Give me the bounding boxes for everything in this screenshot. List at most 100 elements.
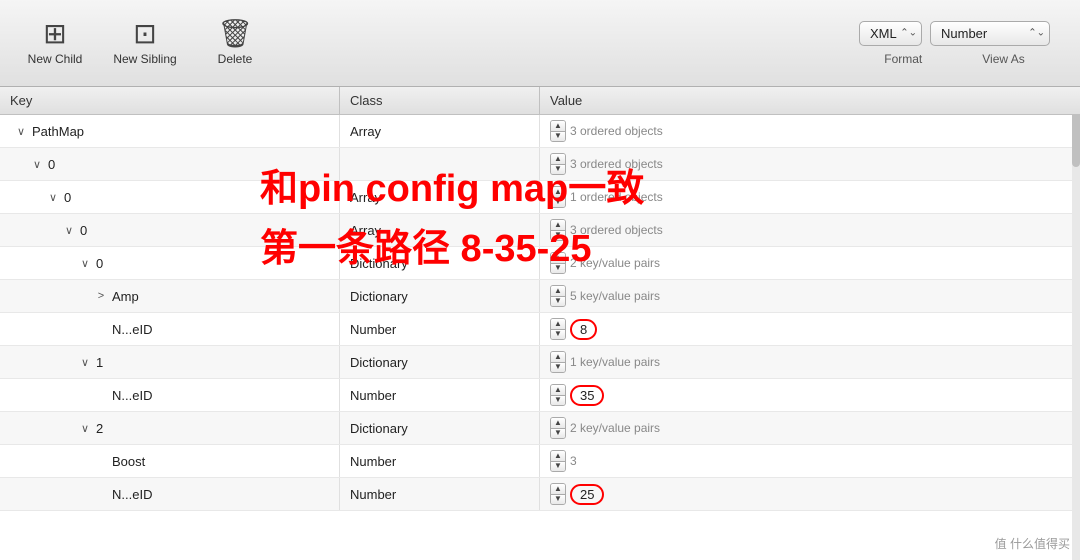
new-sibling-button[interactable]: ⊡ New Sibling	[100, 8, 190, 78]
value-cell: ▲▼ 3 ordered objects	[540, 214, 1080, 246]
disclosure-triangle[interactable]: ∨	[78, 356, 92, 369]
class-cell: Dictionary	[340, 280, 540, 312]
value-stepper[interactable]: ▲▼	[550, 285, 566, 307]
new-child-icon: ⊞	[43, 20, 66, 48]
key-text: Amp	[112, 289, 139, 304]
class-cell: Number	[340, 478, 540, 510]
stepper-up[interactable]: ▲	[551, 451, 565, 462]
key-text: 0	[64, 190, 71, 205]
stepper-down[interactable]: ▼	[551, 396, 565, 406]
stepper-down[interactable]: ▼	[551, 363, 565, 373]
stepper-up[interactable]: ▲	[551, 154, 565, 165]
value-stepper[interactable]: ▲▼	[550, 384, 566, 406]
new-child-button[interactable]: ⊞ New Child	[10, 8, 100, 78]
key-cell: > Amp	[0, 280, 340, 312]
value-cell: ▲▼3	[540, 445, 1080, 477]
class-cell: Number	[340, 379, 540, 411]
toolbar: ⊞ New Child ⊡ New Sibling 🗑 Delete XML N…	[0, 0, 1080, 87]
delete-icon: 🗑	[217, 20, 253, 48]
key-cell: N...eID	[0, 379, 340, 411]
stepper-up[interactable]: ▲	[551, 484, 565, 495]
value-stepper[interactable]: ▲▼	[550, 186, 566, 208]
value-stepper[interactable]: ▲▼	[550, 450, 566, 472]
table-body: ∨PathMapArray▲▼3 ordered objects∨0▲▼3 or…	[0, 115, 1080, 511]
disclosure-triangle[interactable]: ∨	[78, 257, 92, 270]
format-group: XML Number Format View As	[859, 21, 1050, 66]
value-stepper[interactable]: ▲▼	[550, 351, 566, 373]
value-stepper[interactable]: ▲▼	[550, 318, 566, 340]
value-text: 2 key/value pairs	[570, 421, 660, 435]
table-row: ∨0Array▲▼3 ordered objects	[0, 214, 1080, 247]
table-row: N...eIDNumber▲▼8	[0, 313, 1080, 346]
stepper-up[interactable]: ▲	[551, 319, 565, 330]
stepper-up[interactable]: ▲	[551, 385, 565, 396]
stepper-down[interactable]: ▼	[551, 132, 565, 142]
disclosure-triangle[interactable]: ∨	[62, 224, 76, 237]
value-text: 3 ordered objects	[570, 223, 663, 237]
table-row: ∨0Dictionary▲▼2 key/value pairs	[0, 247, 1080, 280]
class-cell	[340, 148, 540, 180]
value-stepper[interactable]: ▲▼	[550, 120, 566, 142]
viewas-select[interactable]: Number	[930, 21, 1050, 46]
key-text: Boost	[112, 454, 145, 469]
class-cell: Array	[340, 115, 540, 147]
stepper-down[interactable]: ▼	[551, 297, 565, 307]
stepper-up[interactable]: ▲	[551, 286, 565, 297]
value-cell: ▲▼1 ordered objects	[540, 181, 1080, 213]
key-text: 0	[80, 223, 87, 238]
value-stepper[interactable]: ▲▼	[550, 153, 566, 175]
stepper-up[interactable]: ▲	[551, 121, 565, 132]
key-text: N...eID	[112, 322, 152, 337]
value-cell: ▲▼3 ordered objects	[540, 148, 1080, 180]
stepper-up[interactable]: ▲	[551, 253, 565, 264]
key-cell: ∨0	[0, 148, 340, 180]
value-text: 2 key/value pairs	[570, 256, 660, 270]
stepper-up[interactable]: ▲	[551, 220, 565, 231]
new-child-label: New Child	[28, 52, 83, 66]
stepper-down[interactable]: ▼	[551, 495, 565, 505]
format-select-wrapper[interactable]: XML	[859, 21, 922, 46]
key-cell: ∨0	[0, 247, 340, 279]
key-text: N...eID	[112, 487, 152, 502]
stepper-down[interactable]: ▼	[551, 264, 565, 274]
stepper-up[interactable]: ▲	[551, 187, 565, 198]
viewas-select-wrapper[interactable]: Number	[930, 21, 1050, 46]
value-cell: ▲▼ 3 ordered objects	[540, 115, 1080, 147]
value-stepper[interactable]: ▲▼	[550, 417, 566, 439]
value-cell: ▲▼1 key/value pairs	[540, 346, 1080, 378]
stepper-up[interactable]: ▲	[551, 418, 565, 429]
value-stepper[interactable]: ▲▼	[550, 483, 566, 505]
value-text: 3 ordered objects	[570, 124, 663, 138]
disclosure-triangle[interactable]: >	[94, 290, 108, 302]
stepper-down[interactable]: ▼	[551, 231, 565, 241]
value-cell: ▲▼ 2 key/value pairs	[540, 412, 1080, 444]
value-cell: ▲▼ 2 key/value pairs	[540, 247, 1080, 279]
table-row: ∨0Array▲▼1 ordered objects	[0, 181, 1080, 214]
table-row: ∨0 ▲▼3 ordered objects	[0, 148, 1080, 181]
stepper-down[interactable]: ▼	[551, 429, 565, 439]
col-class: Class	[340, 87, 540, 114]
key-text: PathMap	[32, 124, 84, 139]
stepper-down[interactable]: ▼	[551, 165, 565, 175]
key-cell: N...eID	[0, 478, 340, 510]
delete-button[interactable]: 🗑 Delete	[190, 8, 280, 78]
key-text: 0	[96, 256, 103, 271]
key-cell: N...eID	[0, 313, 340, 345]
stepper-down[interactable]: ▼	[551, 198, 565, 208]
value-stepper[interactable]: ▲▼	[550, 252, 566, 274]
format-select[interactable]: XML	[859, 21, 922, 46]
disclosure-triangle[interactable]: ∨	[46, 191, 60, 204]
key-text: N...eID	[112, 388, 152, 403]
stepper-down[interactable]: ▼	[551, 330, 565, 340]
key-cell: ∨ PathMap	[0, 115, 340, 147]
disclosure-triangle[interactable]: ∨	[30, 158, 44, 171]
disclosure-triangle[interactable]: ∨	[78, 422, 92, 435]
value-stepper[interactable]: ▲▼	[550, 219, 566, 241]
format-label: Format	[884, 52, 922, 66]
table-row: N...eIDNumber▲▼35	[0, 379, 1080, 412]
stepper-down[interactable]: ▼	[551, 462, 565, 472]
disclosure-triangle[interactable]: ∨	[14, 125, 28, 138]
value-cell: ▲▼8	[540, 313, 1080, 345]
stepper-up[interactable]: ▲	[551, 352, 565, 363]
class-cell: Dictionary	[340, 412, 540, 444]
